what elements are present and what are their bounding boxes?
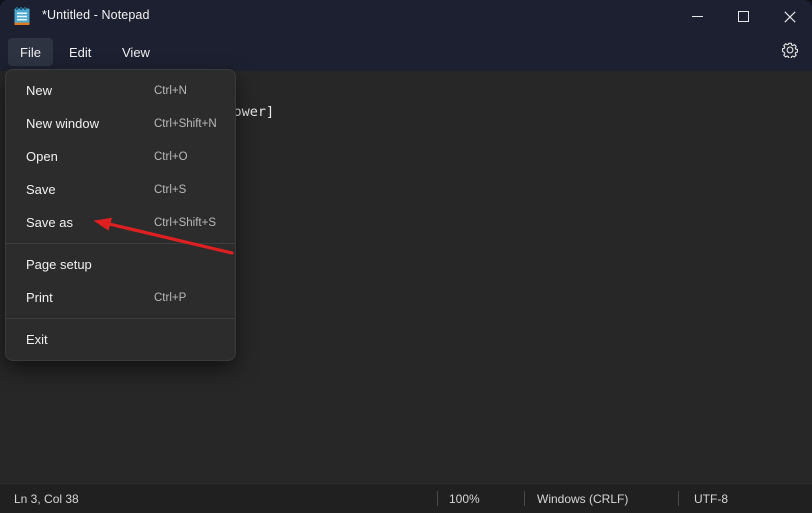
menu-item-open-label: Open (26, 149, 58, 164)
notepad-window: *Untitled - Notepad File Edit View Ln 3,… (0, 0, 812, 513)
menu-separator (6, 243, 235, 244)
menu-bar: File Edit View (0, 33, 812, 71)
status-bar: Ln 3, Col 38 100% Windows (CRLF) UTF-8 (0, 483, 812, 513)
status-encoding[interactable]: UTF-8 (694, 484, 728, 513)
title-bar: *Untitled - Notepad (0, 0, 812, 33)
status-zoom-level[interactable]: 100% (449, 484, 480, 513)
menu-item-new-window[interactable]: New window Ctrl+Shift+N (6, 107, 235, 140)
status-divider (437, 491, 438, 506)
menubar-item-view-label: View (122, 44, 150, 60)
status-line-ending[interactable]: Windows (CRLF) (537, 484, 628, 513)
menu-item-save-as[interactable]: Save as Ctrl+Shift+S (6, 206, 235, 239)
notepad-icon (14, 7, 30, 26)
gear-icon (781, 42, 799, 63)
menu-item-print-accel: Ctrl+P (154, 291, 187, 304)
menu-item-print-label: Print (26, 290, 53, 305)
file-dropdown-menu: New Ctrl+N New window Ctrl+Shift+N Open … (5, 69, 236, 361)
menu-item-print[interactable]: Print Ctrl+P (6, 281, 235, 314)
menubar-item-file[interactable]: File (8, 38, 53, 66)
status-line-column: Ln 3, Col 38 (14, 491, 79, 506)
menubar-item-view[interactable]: View (110, 38, 162, 66)
menu-item-save-as-label: Save as (26, 215, 73, 230)
close-button[interactable] (767, 0, 812, 33)
menu-item-exit[interactable]: Exit (6, 323, 235, 356)
settings-button[interactable] (776, 38, 804, 66)
menubar-item-file-label: File (20, 44, 41, 60)
menu-item-new-accel: Ctrl+N (154, 84, 187, 97)
status-divider (524, 491, 525, 506)
menu-item-save[interactable]: Save Ctrl+S (6, 173, 235, 206)
menu-item-open-accel: Ctrl+O (154, 150, 188, 163)
menu-item-exit-label: Exit (26, 332, 48, 347)
window-title: *Untitled - Notepad (42, 8, 150, 22)
menu-item-new-window-accel: Ctrl+Shift+N (154, 117, 217, 130)
menu-item-save-label: Save (26, 182, 56, 197)
menu-item-new-label: New (26, 83, 53, 98)
menubar-item-edit[interactable]: Edit (57, 38, 103, 66)
minimize-button[interactable] (675, 0, 720, 33)
menu-item-new-window-label: New window (26, 116, 99, 131)
menu-item-page-setup-label: Page setup (26, 257, 92, 272)
menubar-item-edit-label: Edit (69, 44, 92, 60)
menu-item-save-accel: Ctrl+S (154, 183, 187, 196)
menu-item-save-as-accel: Ctrl+Shift+S (154, 216, 216, 229)
menu-item-new[interactable]: New Ctrl+N (6, 74, 235, 107)
maximize-button[interactable] (721, 0, 766, 33)
menu-separator (6, 318, 235, 319)
status-divider (678, 491, 679, 506)
menu-item-open[interactable]: Open Ctrl+O (6, 140, 235, 173)
menu-item-page-setup[interactable]: Page setup (6, 248, 235, 281)
